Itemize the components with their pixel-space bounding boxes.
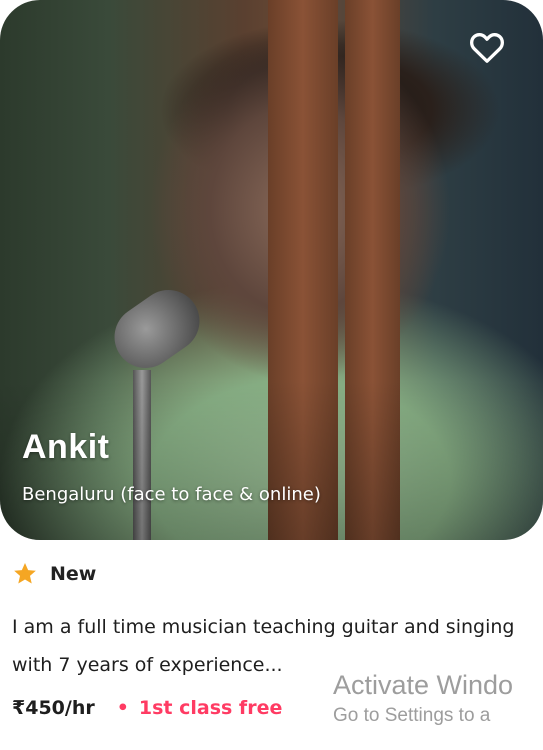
windows-activation-watermark: Activate Windo Go to Settings to a — [333, 670, 513, 727]
teacher-photo[interactable]: Ankit Bengaluru (face to face & online) — [0, 0, 543, 540]
teacher-location: Bengaluru (face to face & online) — [22, 484, 321, 505]
teacher-card[interactable]: Ankit Bengaluru (face to face & online) … — [0, 0, 543, 750]
watermark-subtitle: Go to Settings to a — [333, 705, 491, 726]
heart-outline-icon[interactable] — [469, 30, 505, 64]
star-icon — [14, 562, 36, 584]
rating-label: New — [50, 563, 97, 585]
offer-badge: 1st class free — [138, 697, 283, 719]
price-row: ₹450/hr • 1st class free — [12, 697, 282, 719]
watermark-title: Activate Windo — [333, 670, 514, 700]
microphone — [102, 277, 212, 381]
teacher-name: Ankit — [22, 428, 110, 466]
hourly-price: ₹450/hr — [12, 697, 95, 719]
separator-dot: • — [116, 697, 129, 719]
rating-row: New — [12, 560, 96, 588]
